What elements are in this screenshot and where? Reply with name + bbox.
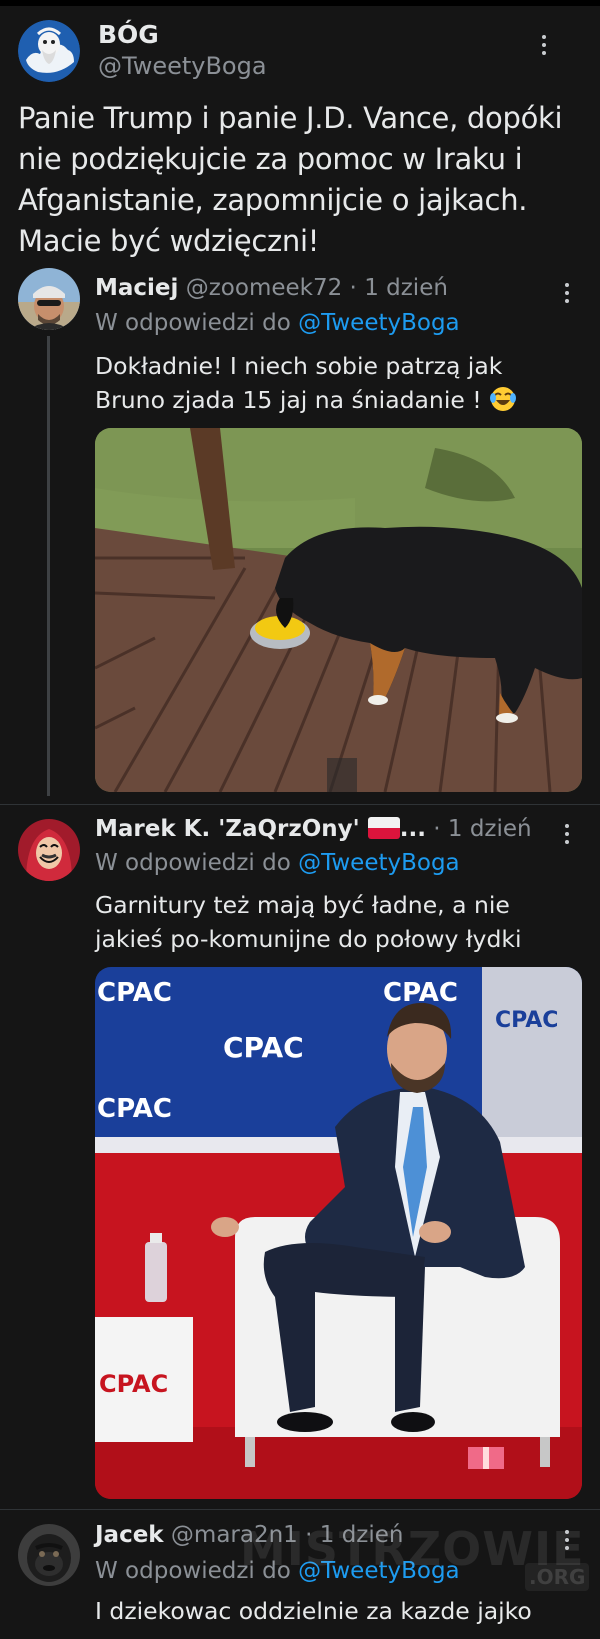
reply-avatar[interactable]	[18, 268, 80, 330]
reply-header: Maciej @zoomeek72 · 1 dzień	[95, 275, 448, 301]
reply-time[interactable]: 1 dzień	[448, 816, 532, 842]
reply-avatar[interactable]	[18, 819, 80, 881]
reply-to-mention[interactable]: @TweetyBoga	[298, 1558, 460, 1584]
author-handle[interactable]: @TweetyBoga	[98, 52, 267, 80]
reply-text: Garnitury też mają być ładne, a nie jaki…	[95, 891, 522, 953]
more-options-icon[interactable]	[560, 1526, 574, 1554]
cpac-logo-text: CPAC	[97, 978, 172, 1008]
poland-flag-icon	[367, 817, 400, 839]
separator: ·	[425, 816, 448, 842]
top-strip	[0, 0, 600, 6]
reply-author-handle[interactable]: @mara2n1	[171, 1522, 298, 1548]
reply-to-line: W odpowiedzi do @TweetyBoga	[95, 850, 460, 876]
reply-author-name[interactable]: Jacek	[95, 1522, 164, 1548]
cpac-logo-text: CPAC	[495, 1008, 558, 1033]
separator: ·	[297, 1522, 320, 1548]
separator: ·	[342, 275, 365, 301]
reply-to-line: W odpowiedzi do @TweetyBoga	[95, 1558, 460, 1584]
reply-author-name[interactable]: Marek K. 'ZaQrzOny'	[95, 816, 368, 842]
cpac-logo-text: CPAC	[99, 1370, 168, 1398]
reply-header: Marek K. 'ZaQrzOny' ... · 1 dzień	[95, 816, 532, 842]
reply-to-mention[interactable]: @TweetyBoga	[298, 850, 460, 876]
more-options-icon[interactable]	[560, 279, 574, 307]
author-avatar[interactable]	[18, 20, 80, 82]
cpac-photo[interactable]: CPAC CPAC CPAC CPAC CPAC CPAC	[95, 967, 582, 1499]
reply-time[interactable]: 1 dzień	[320, 1522, 404, 1548]
tears-of-joy-emoji-icon	[489, 385, 517, 413]
reply-text: I dziekowac oddzielnie za kazde jajko	[95, 1597, 532, 1625]
reply-text-content: Dokładnie! I niech sobie patrzą jak Brun…	[95, 352, 503, 414]
more-options-icon[interactable]	[537, 31, 551, 59]
cpac-logo-text: CPAC	[97, 1094, 172, 1124]
author-name[interactable]: BÓG	[98, 20, 159, 49]
divider	[0, 1509, 600, 1510]
tweet-thread: BÓG @TweetyBoga Panie Trump i panie J.D.…	[0, 0, 600, 1639]
reply-to-prefix: W odpowiedzi do	[95, 310, 299, 336]
more-options-icon[interactable]	[560, 820, 574, 848]
reply-to-prefix: W odpowiedzi do	[95, 1558, 299, 1584]
reply-to-mention[interactable]: @TweetyBoga	[298, 310, 460, 336]
reply-author-truncation: ...	[399, 816, 426, 842]
reply-author-name[interactable]: Maciej	[95, 275, 178, 301]
reply-header: Jacek @mara2n1 · 1 dzień	[95, 1522, 404, 1548]
reply-time[interactable]: 1 dzień	[364, 275, 448, 301]
reply-to-line: W odpowiedzi do @TweetyBoga	[95, 310, 460, 336]
cpac-logo-text: CPAC	[223, 1031, 304, 1064]
divider	[0, 804, 600, 805]
reply-author-handle[interactable]: @zoomeek72	[186, 275, 343, 301]
reply-avatar[interactable]	[18, 1524, 80, 1586]
dog-photo[interactable]	[95, 428, 582, 792]
reply-text: Dokładnie! I niech sobie patrzą jak Brun…	[95, 349, 535, 417]
tweet-text: Panie Trump i panie J.D. Vance, dopóki n…	[18, 101, 563, 258]
thread-line	[47, 336, 50, 796]
reply-to-prefix: W odpowiedzi do	[95, 850, 299, 876]
site-watermark-suffix: .ORG	[525, 1563, 590, 1591]
